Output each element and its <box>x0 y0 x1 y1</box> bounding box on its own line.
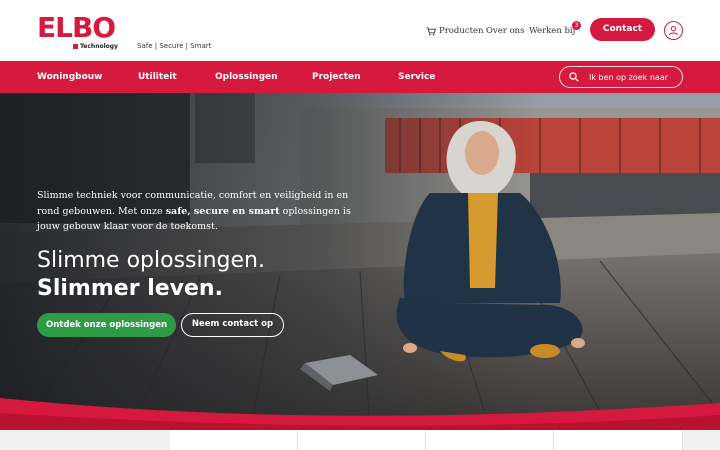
logo-wordmark: ELBO <box>37 11 116 44</box>
hero-heading: Slimme oplossingen. Slimmer leven. <box>37 247 265 303</box>
feature-card[interactable] <box>298 430 426 450</box>
feature-card[interactable] <box>426 430 554 450</box>
cart-icon <box>426 26 436 35</box>
hero-intro-bold: safe, secure en smart <box>165 205 280 217</box>
nav-link-products-label: Producten <box>439 26 484 36</box>
nav-link-about[interactable]: Over ons <box>486 24 525 38</box>
logo-subtitle: Technology <box>73 43 118 50</box>
contact-button[interactable]: Contact <box>590 18 655 41</box>
nav-link-careers[interactable]: Werken bij <box>529 24 575 38</box>
search-icon <box>569 72 579 82</box>
nav-item-woningbouw[interactable]: Woningbouw <box>37 61 102 93</box>
nav-item-utiliteit[interactable]: Utiliteit <box>138 61 177 93</box>
careers-count-badge: 3 <box>572 21 581 30</box>
nav-link-products[interactable]: Producten <box>426 24 484 38</box>
hero-banner: Slimme techniek voor communicatie, comfo… <box>0 93 720 430</box>
feature-card[interactable] <box>554 430 683 450</box>
account-button[interactable] <box>664 21 683 40</box>
nav-item-projecten[interactable]: Projecten <box>312 61 361 93</box>
nav-item-service[interactable]: Service <box>398 61 435 93</box>
site-header: ELBO Technology Safe | Secure | Smart Pr… <box>0 0 720 61</box>
search-input[interactable]: Ik ben op zoek naar <box>559 66 683 88</box>
feature-card[interactable] <box>170 430 298 450</box>
discover-solutions-button[interactable]: Ontdek onze oplossingen <box>37 313 176 337</box>
elbo-logo[interactable]: ELBO Technology <box>37 13 127 53</box>
hero-heading-line1: Slimme oplossingen. <box>37 248 265 273</box>
tagline: Safe | Secure | Smart <box>137 42 212 50</box>
hero-heading-line2: Slimmer leven. <box>37 276 223 301</box>
contact-us-button[interactable]: Neem contact op <box>181 313 284 337</box>
search-placeholder: Ik ben op zoek naar <box>589 72 669 82</box>
hero-intro-text: Slimme techniek voor communicatie, comfo… <box>37 190 351 232</box>
nav-item-oplossingen[interactable]: Oplossingen <box>215 61 278 93</box>
user-icon <box>668 25 679 36</box>
